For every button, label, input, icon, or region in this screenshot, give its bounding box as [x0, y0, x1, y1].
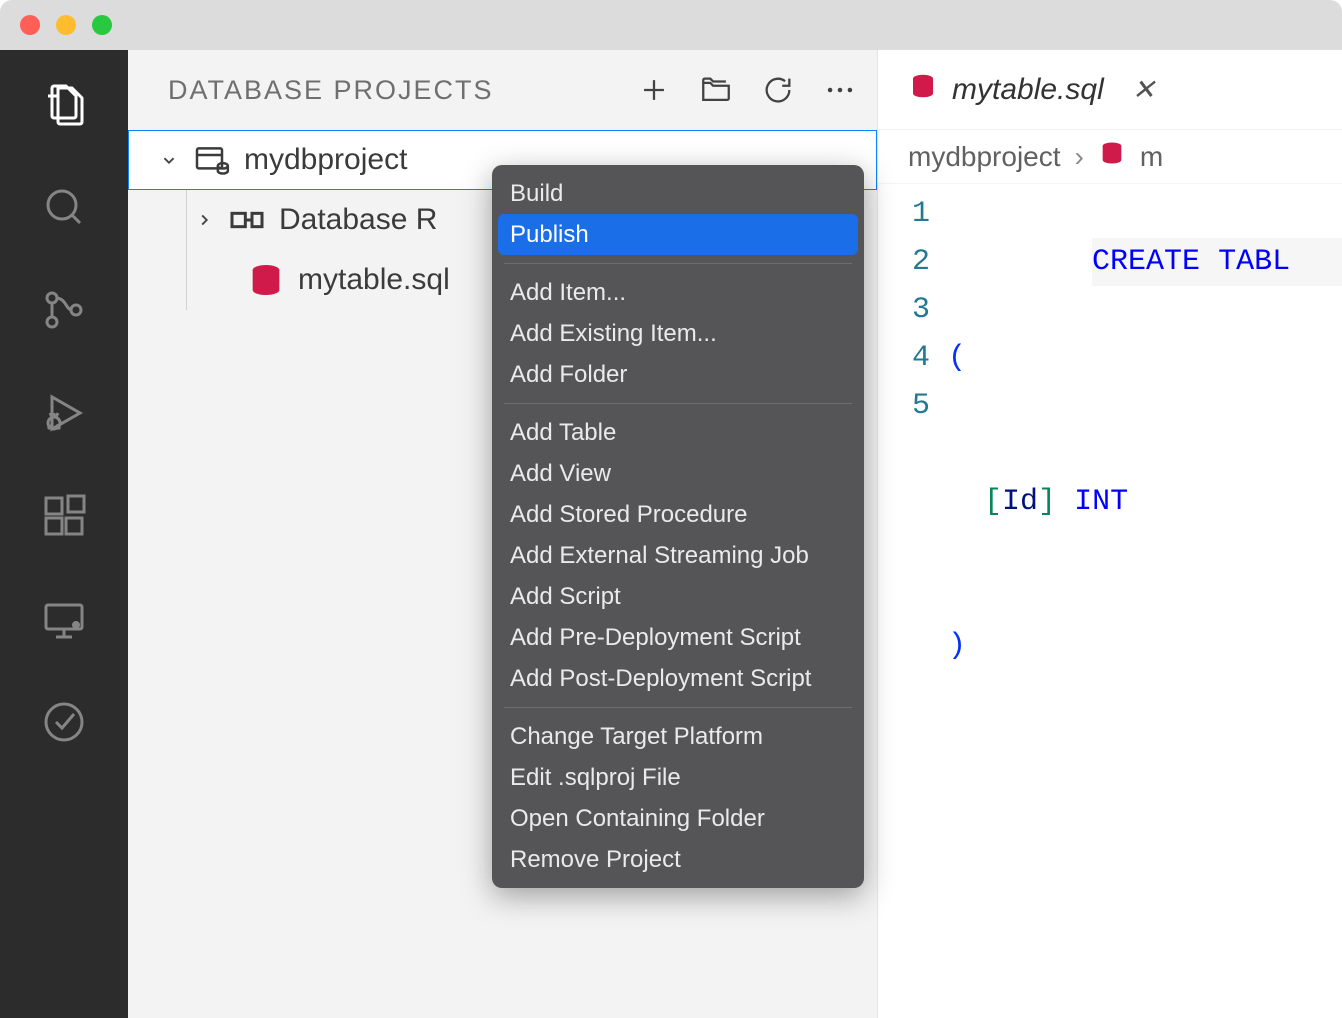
- database-file-icon: [246, 260, 286, 300]
- code-keyword: TABL: [1218, 245, 1290, 279]
- task-check-icon[interactable]: [40, 698, 88, 746]
- ctx-change-target[interactable]: Change Target Platform: [492, 716, 864, 757]
- refresh-icon[interactable]: [761, 73, 795, 107]
- ctx-remove-project[interactable]: Remove Project: [492, 839, 864, 880]
- ctx-label: Publish: [510, 221, 589, 249]
- open-project-icon[interactable]: [699, 73, 733, 107]
- code-editor[interactable]: 1 2 3 4 5 CREATE TABL ( [Id] INT ): [878, 184, 1342, 910]
- ctx-add-table[interactable]: Add Table: [492, 412, 864, 453]
- line-number: 3: [878, 286, 930, 334]
- editor-tab-bar: mytable.sql ✕: [878, 50, 1342, 130]
- ctx-label: Add Stored Procedure: [510, 501, 747, 529]
- ctx-publish[interactable]: Publish: [498, 214, 858, 255]
- source-control-icon[interactable]: [40, 286, 88, 334]
- ctx-label: Add Table: [510, 419, 616, 447]
- chevron-down-icon: [158, 149, 180, 171]
- ctx-label: Build: [510, 180, 563, 208]
- line-number: 2: [878, 238, 930, 286]
- minimize-window-button[interactable]: [56, 15, 76, 35]
- code-lines: CREATE TABL ( [Id] INT ): [948, 190, 1342, 910]
- editor-tab-label: mytable.sql: [952, 73, 1104, 107]
- window-titlebar: [0, 0, 1342, 50]
- sidebar-header: DATABASE PROJECTS: [128, 50, 877, 130]
- editor-area: mytable.sql ✕ mydbproject › m 1 2 3 4 5 …: [878, 50, 1342, 1018]
- breadcrumb-root: mydbproject: [908, 141, 1061, 173]
- zoom-window-button[interactable]: [92, 15, 112, 35]
- ctx-add-folder[interactable]: Add Folder: [492, 354, 864, 395]
- ctx-add-view[interactable]: Add View: [492, 453, 864, 494]
- explorer-icon[interactable]: [40, 80, 88, 128]
- references-icon: [227, 200, 267, 240]
- menu-separator: [504, 707, 852, 708]
- ctx-label: Add External Streaming Job: [510, 542, 809, 570]
- code-bracket: ]: [1038, 485, 1056, 519]
- breadcrumb-tail: m: [1140, 141, 1163, 173]
- line-gutter: 1 2 3 4 5: [878, 190, 948, 910]
- ctx-add-pre-deploy[interactable]: Add Pre-Deployment Script: [492, 617, 864, 658]
- breadcrumb[interactable]: mydbproject › m: [878, 130, 1342, 184]
- ctx-add-existing-item[interactable]: Add Existing Item...: [492, 313, 864, 354]
- ctx-label: Add Script: [510, 583, 621, 611]
- ctx-label: Change Target Platform: [510, 723, 763, 751]
- ctx-open-folder[interactable]: Open Containing Folder: [492, 798, 864, 839]
- activity-bar: [0, 50, 128, 1018]
- line-number: 5: [878, 382, 930, 430]
- line-number: 4: [878, 334, 930, 382]
- ctx-add-item[interactable]: Add Item...: [492, 272, 864, 313]
- extensions-icon[interactable]: [40, 492, 88, 540]
- editor-tab[interactable]: mytable.sql ✕: [908, 71, 1155, 109]
- code-bracket: (: [948, 341, 966, 375]
- ctx-add-script[interactable]: Add Script: [492, 576, 864, 617]
- project-icon: [192, 140, 232, 180]
- code-keyword: CREATE: [1092, 245, 1200, 279]
- ctx-add-post-deploy[interactable]: Add Post-Deployment Script: [492, 658, 864, 699]
- ctx-label: Add View: [510, 460, 611, 488]
- ctx-label: Add Item...: [510, 279, 626, 307]
- ctx-add-sproc[interactable]: Add Stored Procedure: [492, 494, 864, 535]
- close-tab-icon[interactable]: ✕: [1132, 73, 1155, 106]
- line-number: 1: [878, 190, 930, 238]
- ctx-edit-sqlproj[interactable]: Edit .sqlproj File: [492, 757, 864, 798]
- ctx-label: Remove Project: [510, 846, 681, 874]
- ctx-label: Open Containing Folder: [510, 805, 765, 833]
- close-window-button[interactable]: [20, 15, 40, 35]
- menu-separator: [504, 403, 852, 404]
- ctx-label: Add Folder: [510, 361, 627, 389]
- code-type: INT: [1074, 485, 1128, 519]
- code-identifier: Id: [1002, 485, 1038, 519]
- tree-file-label: mytable.sql: [298, 263, 450, 297]
- ctx-add-streaming-job[interactable]: Add External Streaming Job: [492, 535, 864, 576]
- ctx-build[interactable]: Build: [492, 173, 864, 214]
- code-bracket: ): [948, 629, 966, 663]
- more-actions-icon[interactable]: [823, 73, 857, 107]
- tree-folder-label: Database R: [279, 203, 437, 237]
- code-bracket: [: [984, 485, 1002, 519]
- context-menu: Build Publish Add Item... Add Existing I…: [492, 165, 864, 888]
- remote-icon[interactable]: [40, 595, 88, 643]
- ctx-label: Add Post-Deployment Script: [510, 665, 811, 693]
- new-project-icon[interactable]: [637, 73, 671, 107]
- database-icon: [1098, 139, 1126, 174]
- ctx-label: Edit .sqlproj File: [510, 764, 681, 792]
- menu-separator: [504, 263, 852, 264]
- ctx-label: Add Pre-Deployment Script: [510, 624, 801, 652]
- database-icon: [908, 71, 938, 109]
- ctx-label: Add Existing Item...: [510, 320, 717, 348]
- sidebar-title: DATABASE PROJECTS: [168, 75, 637, 106]
- chevron-right-icon: [193, 209, 215, 231]
- tree-project-label: mydbproject: [244, 143, 407, 177]
- search-icon[interactable]: [40, 183, 88, 231]
- run-debug-icon[interactable]: [40, 389, 88, 437]
- chevron-right-icon: ›: [1075, 141, 1084, 173]
